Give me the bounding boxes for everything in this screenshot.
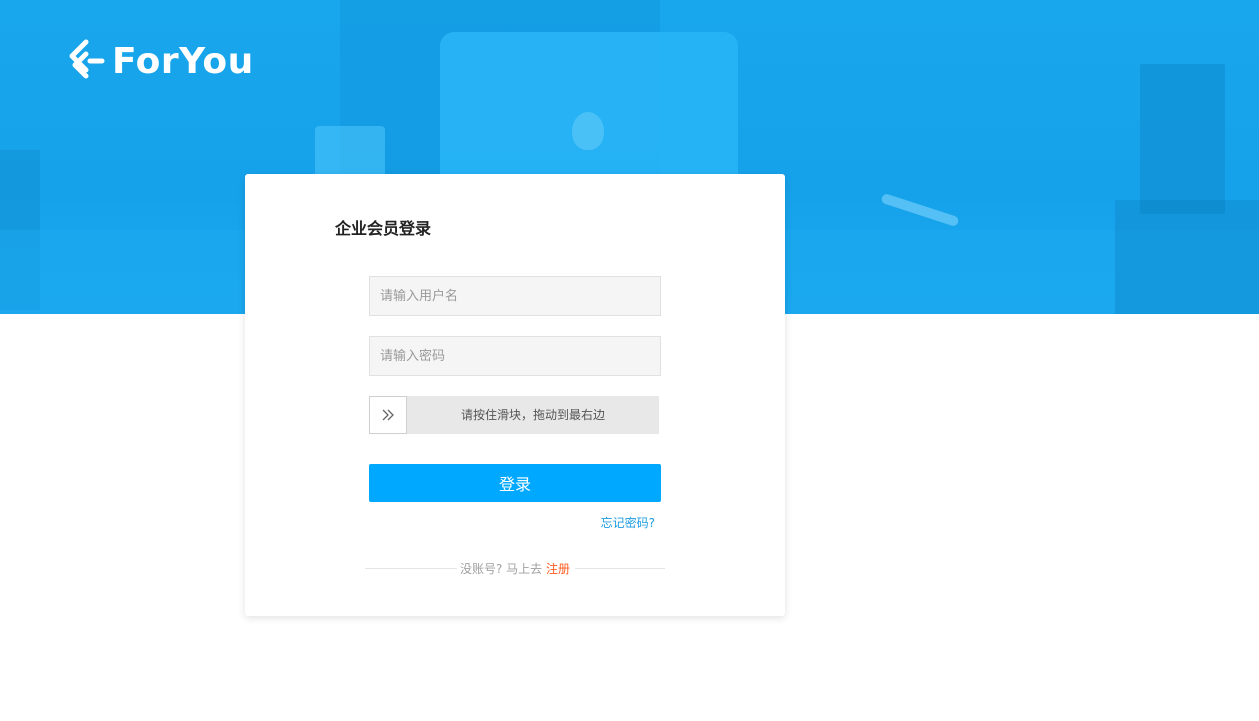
slide-verify[interactable]: 请按住滑块，拖动到最右边 — [369, 396, 659, 434]
hero-decor-screen — [1140, 64, 1225, 214]
register-prompt: 没账号? 马上去 注册 — [245, 560, 785, 577]
login-button[interactable]: 登录 — [369, 464, 661, 502]
brand-name: ForYou — [112, 40, 254, 82]
foryou-logo-icon — [69, 39, 105, 79]
slider-hint: 请按住滑块，拖动到最右边 — [460, 408, 605, 422]
double-chevron-right-icon — [382, 409, 394, 421]
slider-handle[interactable] — [369, 396, 407, 434]
register-link[interactable]: 注册 — [546, 562, 570, 576]
brand-logo[interactable]: ForYou — [66, 38, 254, 84]
login-title: 企业会员登录 — [335, 219, 432, 238]
password-input[interactable] — [369, 336, 661, 376]
username-input[interactable] — [369, 276, 661, 316]
hero-decor-apple-logo — [572, 112, 604, 150]
forgot-password-link[interactable]: 忘记密码? — [601, 514, 655, 531]
no-account-text: 没账号? 马上去 — [459, 562, 543, 576]
login-card: 企业会员登录 请按住滑块，拖动到最右边 登录 忘记密码? 没账号? 马上去 注册 — [245, 174, 785, 616]
hero-decor-pens — [880, 192, 960, 228]
hero-decor-gadgets — [1115, 200, 1259, 314]
